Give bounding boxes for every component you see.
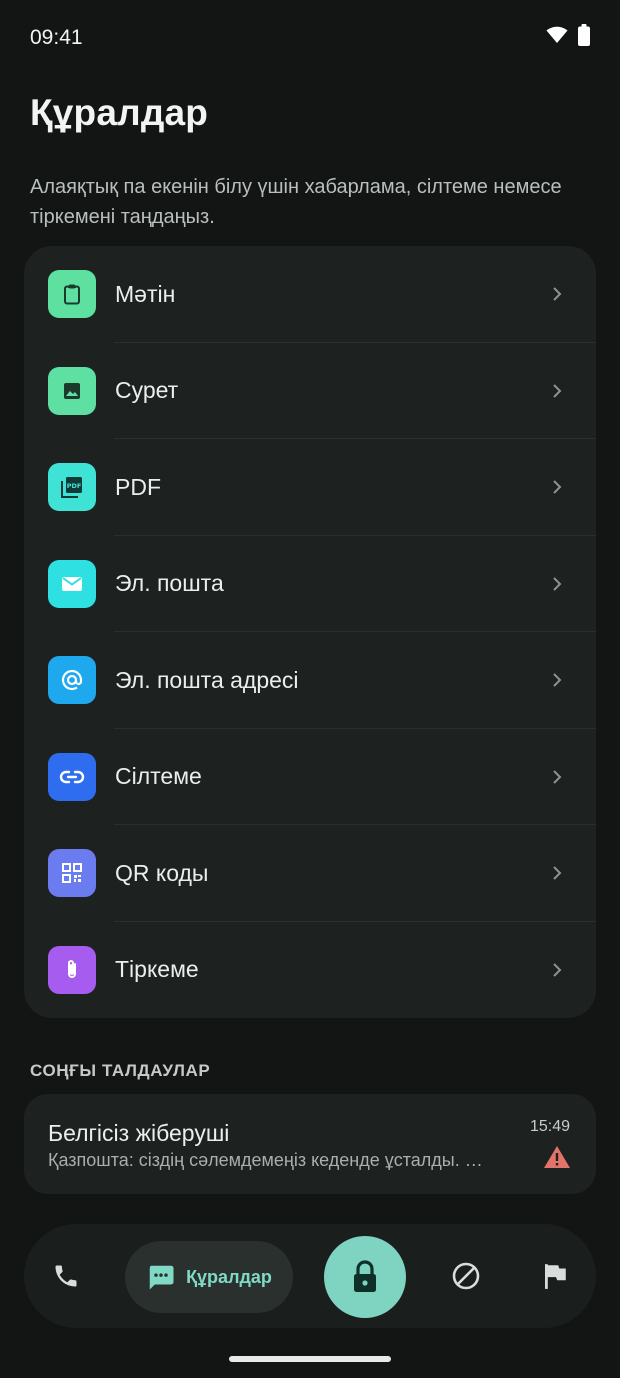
tool-item-link[interactable]: Сілтеме [24,729,596,825]
status-icons [546,24,590,46]
clipboard-icon [48,270,96,319]
tool-label: Тіркеме [115,956,199,983]
pdf-icon: PDF [48,463,96,512]
chat-icon [149,1265,174,1290]
nav-protect-button[interactable] [324,1236,406,1318]
paperclip-icon [48,945,96,994]
status-time: 09:41 [30,26,83,49]
chevron-right-icon [553,577,562,591]
tool-label: PDF [115,473,161,500]
page-title: Құралдар [30,92,209,133]
home-indicator [229,1356,391,1362]
tool-item-email[interactable]: Эл. пошта [24,536,596,632]
svg-text:PDF: PDF [67,482,82,490]
nav-blocked-button[interactable] [446,1256,486,1296]
tool-item-email-address[interactable]: Эл. пошта адресі [24,632,596,729]
wifi-icon [546,26,568,43]
lock-icon [354,1260,376,1292]
recent-sender: Белгісіз жіберуші [48,1120,230,1146]
chevron-right-icon [553,480,562,494]
bottom-nav: Құралдар [24,1224,596,1328]
tool-label: QR коды [115,859,209,886]
tool-item-image[interactable]: Сурет [24,343,596,439]
status-bar: 09:41 [0,0,620,76]
tool-label: Мәтін [115,280,176,307]
phone-icon [55,1265,77,1287]
flag-icon [544,1264,566,1289]
chevron-right-icon [553,673,562,687]
chevron-right-icon [553,287,562,301]
tool-item-text[interactable]: Мәтін [24,246,596,343]
warning-icon [544,1146,570,1168]
chevron-right-icon [553,963,562,977]
tool-item-qr[interactable]: QR коды [24,825,596,922]
recent-section-label: СОҢҒЫ ТАЛДАУЛАР [30,1061,211,1080]
block-icon [452,1262,480,1290]
link-icon [48,752,96,801]
tool-item-attachment[interactable]: Тіркеме [24,922,596,1019]
recent-analysis-item[interactable]: Белгісіз жіберуші Қазпошта: сіздің сәлем… [24,1094,596,1194]
tool-label: Сілтеме [115,763,202,790]
battery-icon [578,24,590,46]
tool-label: Эл. пошта адресі [115,666,299,693]
tool-label: Эл. пошта [115,570,224,597]
recent-time: 15:49 [529,1118,570,1135]
nav-reports-button[interactable] [535,1256,575,1296]
tool-label: Сурет [115,377,179,404]
image-icon [48,366,96,415]
mail-icon [48,559,96,608]
nav-calls-button[interactable] [46,1256,86,1296]
chevron-right-icon [553,384,562,398]
chevron-right-icon [553,866,562,880]
tools-list: Мәтін Сурет PDF PDF Эл. пошта Эл. пошта … [24,246,596,1018]
nav-tools-button[interactable]: Құралдар [125,1241,293,1313]
recent-preview: Қазпошта: сіздің сәлемдемеңіз кеденде ұс… [48,1150,488,1170]
page-subtitle: Алаяқтық па екенін білу үшін хабарлама, … [30,176,562,228]
tool-item-pdf[interactable]: PDF PDF [24,439,596,536]
qr-icon [48,849,96,898]
chevron-right-icon [553,770,562,784]
at-icon [48,656,96,705]
nav-tools-label: Құралдар [186,1266,272,1287]
